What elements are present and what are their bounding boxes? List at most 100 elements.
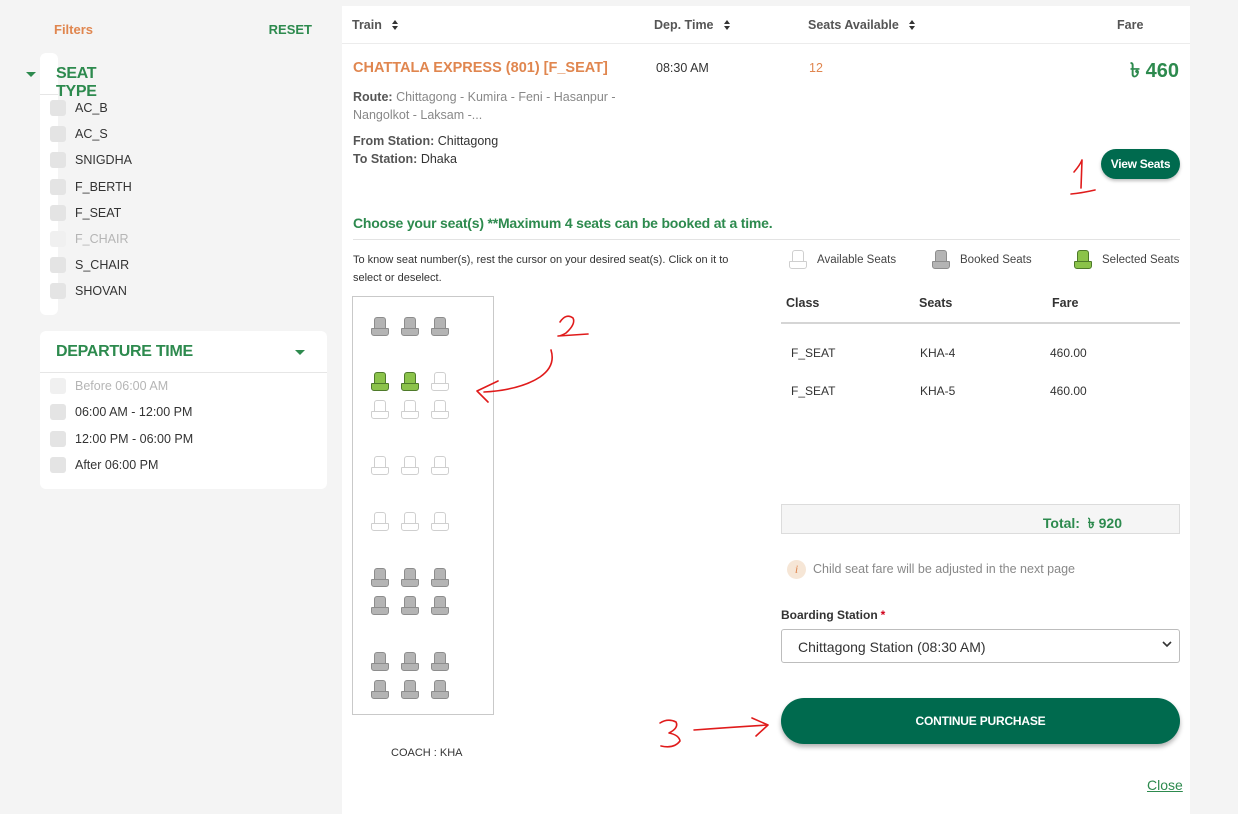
departure-option[interactable]: After 06:00 PM xyxy=(50,455,158,475)
available-seat[interactable] xyxy=(401,512,419,531)
checkbox[interactable] xyxy=(50,152,66,168)
booked-seat xyxy=(401,652,419,671)
seats-available-column-label: Seats Available xyxy=(808,18,899,32)
departure-option[interactable]: 12:00 PM - 06:00 PM xyxy=(50,429,193,449)
seat-type-option[interactable]: F_SEAT xyxy=(50,203,121,223)
legend-booked: Booked Seats xyxy=(932,250,1032,269)
caret-down-icon[interactable] xyxy=(295,350,305,355)
info-icon: i xyxy=(787,560,806,579)
booked-seat xyxy=(431,317,449,336)
seat-type-title: SEAT TYPE xyxy=(56,65,97,100)
row1-seat: KHA-4 xyxy=(920,346,956,360)
to-station: To Station: Dhaka xyxy=(353,152,457,166)
option-label: S_CHAIR xyxy=(75,258,130,272)
checkbox[interactable] xyxy=(50,404,66,420)
seat-type-option[interactable]: AC_B xyxy=(50,98,108,118)
option-label: 12:00 PM - 06:00 PM xyxy=(75,432,194,446)
available-seat[interactable] xyxy=(371,400,389,419)
view-seats-button[interactable]: View Seats xyxy=(1101,149,1180,179)
departure-option[interactable]: 06:00 AM - 12:00 PM xyxy=(50,402,192,422)
train-name: CHATTALA EXPRESS (801) [F_SEAT] xyxy=(353,60,608,76)
sort-by-train[interactable]: Train xyxy=(352,18,399,32)
checkbox[interactable] xyxy=(50,100,66,116)
available-seat-icon xyxy=(789,250,807,269)
row2-seat: KHA-5 xyxy=(920,384,956,398)
sort-by-seats-available[interactable]: Seats Available xyxy=(808,18,916,32)
booked-seat xyxy=(371,317,389,336)
checkbox[interactable] xyxy=(50,283,66,299)
option-label: SHOVAN xyxy=(75,284,127,298)
checkbox[interactable] xyxy=(50,179,66,195)
seat-type-option[interactable]: SNIGDHA xyxy=(50,150,132,170)
sort-by-dep-time[interactable]: Dep. Time xyxy=(654,18,731,32)
booked-seat xyxy=(401,680,419,699)
option-label: 06:00 AM - 12:00 PM xyxy=(75,405,193,419)
booked-seat xyxy=(371,652,389,671)
available-seat[interactable] xyxy=(401,400,419,419)
continue-purchase-button[interactable]: CONTINUE PURCHASE xyxy=(781,698,1180,744)
checkbox[interactable] xyxy=(50,126,66,142)
fare-column-text: Fare xyxy=(1117,18,1144,32)
legend-selected-label: Selected Seats xyxy=(1102,253,1180,266)
available-seat[interactable] xyxy=(431,400,449,419)
row2-fare: 460.00 xyxy=(1050,384,1087,398)
checkbox[interactable] xyxy=(50,431,66,447)
table-divider xyxy=(781,322,1180,324)
sort-icon[interactable] xyxy=(908,20,916,30)
boarding-station-select[interactable]: Chittagong Station (08:30 AM) xyxy=(781,629,1180,663)
available-seat[interactable] xyxy=(371,512,389,531)
filters-header: Filters RESET xyxy=(54,20,312,40)
available-seat[interactable] xyxy=(431,456,449,475)
sort-icon[interactable] xyxy=(723,20,731,30)
booked-seat xyxy=(431,568,449,587)
checkbox[interactable] xyxy=(50,457,66,473)
fare-column-label: Fare xyxy=(1117,18,1143,32)
checkbox[interactable] xyxy=(50,257,66,273)
option-label: SNIGDHA xyxy=(75,153,132,167)
required-mark: * xyxy=(880,608,886,622)
option-label: Before 06:00 AM xyxy=(75,379,169,393)
seat-type-option[interactable]: SHOVAN xyxy=(50,281,127,301)
departure-time-panel-header[interactable]: DEPARTURE TIME xyxy=(40,331,327,373)
reset-button[interactable]: RESET xyxy=(269,22,312,37)
from-station-value: Chittagong xyxy=(437,134,499,148)
checkbox xyxy=(50,378,66,394)
chevron-down-icon xyxy=(1162,641,1172,648)
to-station-value: Dhaka xyxy=(420,152,457,166)
to-station-label: To Station: xyxy=(353,152,418,166)
child-fare-note: Child seat fare will be adjusted in the … xyxy=(813,562,1075,576)
total-box: Total: ৳ 920 xyxy=(781,504,1180,534)
seat-type-option[interactable]: AC_S xyxy=(50,124,108,144)
booked-seat xyxy=(401,568,419,587)
seat-type-option[interactable]: S_CHAIR xyxy=(50,255,129,275)
available-seat[interactable] xyxy=(371,456,389,475)
train-column-label: Train xyxy=(352,18,382,32)
seat-type-option-disabled: F_CHAIR xyxy=(50,229,128,249)
row1-class: F_SEAT xyxy=(791,346,836,360)
available-seat[interactable] xyxy=(401,456,419,475)
boarding-label-text: Boarding Station xyxy=(781,608,878,622)
selected-seat[interactable] xyxy=(401,372,419,391)
total-label: Total: xyxy=(1042,515,1080,531)
route-line-1: Chittagong - Kumira - Feni - Hasanpur - xyxy=(396,90,616,104)
selected-seat[interactable] xyxy=(371,372,389,391)
from-station: From Station: Chittagong xyxy=(353,134,498,148)
legend-booked-label: Booked Seats xyxy=(960,253,1032,266)
booked-seat xyxy=(431,652,449,671)
option-label: AC_B xyxy=(75,101,108,115)
available-seat[interactable] xyxy=(431,512,449,531)
option-label: F_BERTH xyxy=(75,180,132,194)
booked-seat xyxy=(371,596,389,615)
caret-down-icon[interactable] xyxy=(26,72,36,77)
close-link[interactable]: Close xyxy=(1147,777,1183,793)
checkbox[interactable] xyxy=(50,205,66,221)
total-amount: Total: ৳ 920 xyxy=(1043,512,1122,536)
seat-type-option[interactable]: F_BERTH xyxy=(50,177,132,197)
seat-type-panel-header[interactable]: SEAT TYPE xyxy=(26,53,97,100)
booked-seat xyxy=(431,680,449,699)
departure-time-title: DEPARTURE TIME xyxy=(56,343,193,360)
sort-icon[interactable] xyxy=(391,20,399,30)
departure-time: 08:30 AM xyxy=(656,61,709,75)
available-seat[interactable] xyxy=(431,372,449,391)
coach-label: COACH : KHA xyxy=(391,747,463,759)
